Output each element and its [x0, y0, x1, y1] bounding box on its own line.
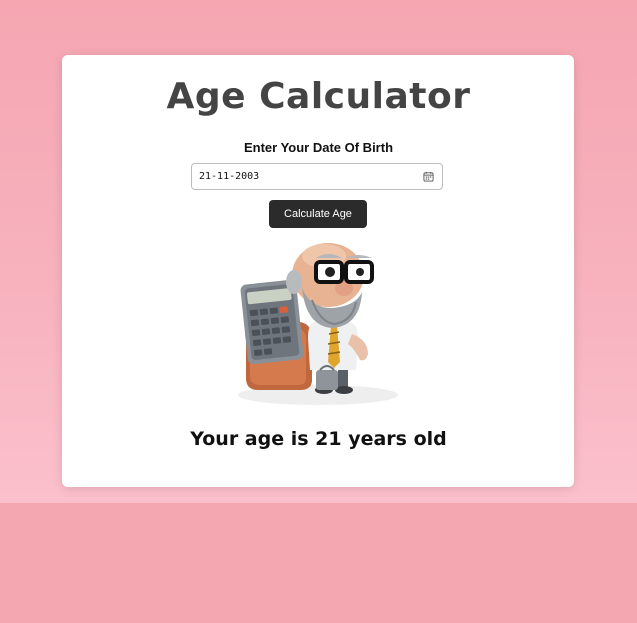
page-background-bottom — [0, 503, 637, 623]
old-man-calculator-illustration — [238, 243, 398, 405]
dob-label: Enter Your Date Of Birth — [243, 140, 394, 155]
age-result-text: Your age is 21 years old — [190, 428, 447, 450]
dob-date-value: 21-11-2003 — [199, 171, 260, 182]
dob-date-input[interactable]: 21-11-2003 — [191, 163, 443, 190]
calculate-age-button[interactable]: Calculate Age — [269, 200, 367, 228]
page-title: Age Calculator — [166, 76, 471, 117]
calendar-icon[interactable] — [423, 171, 434, 182]
